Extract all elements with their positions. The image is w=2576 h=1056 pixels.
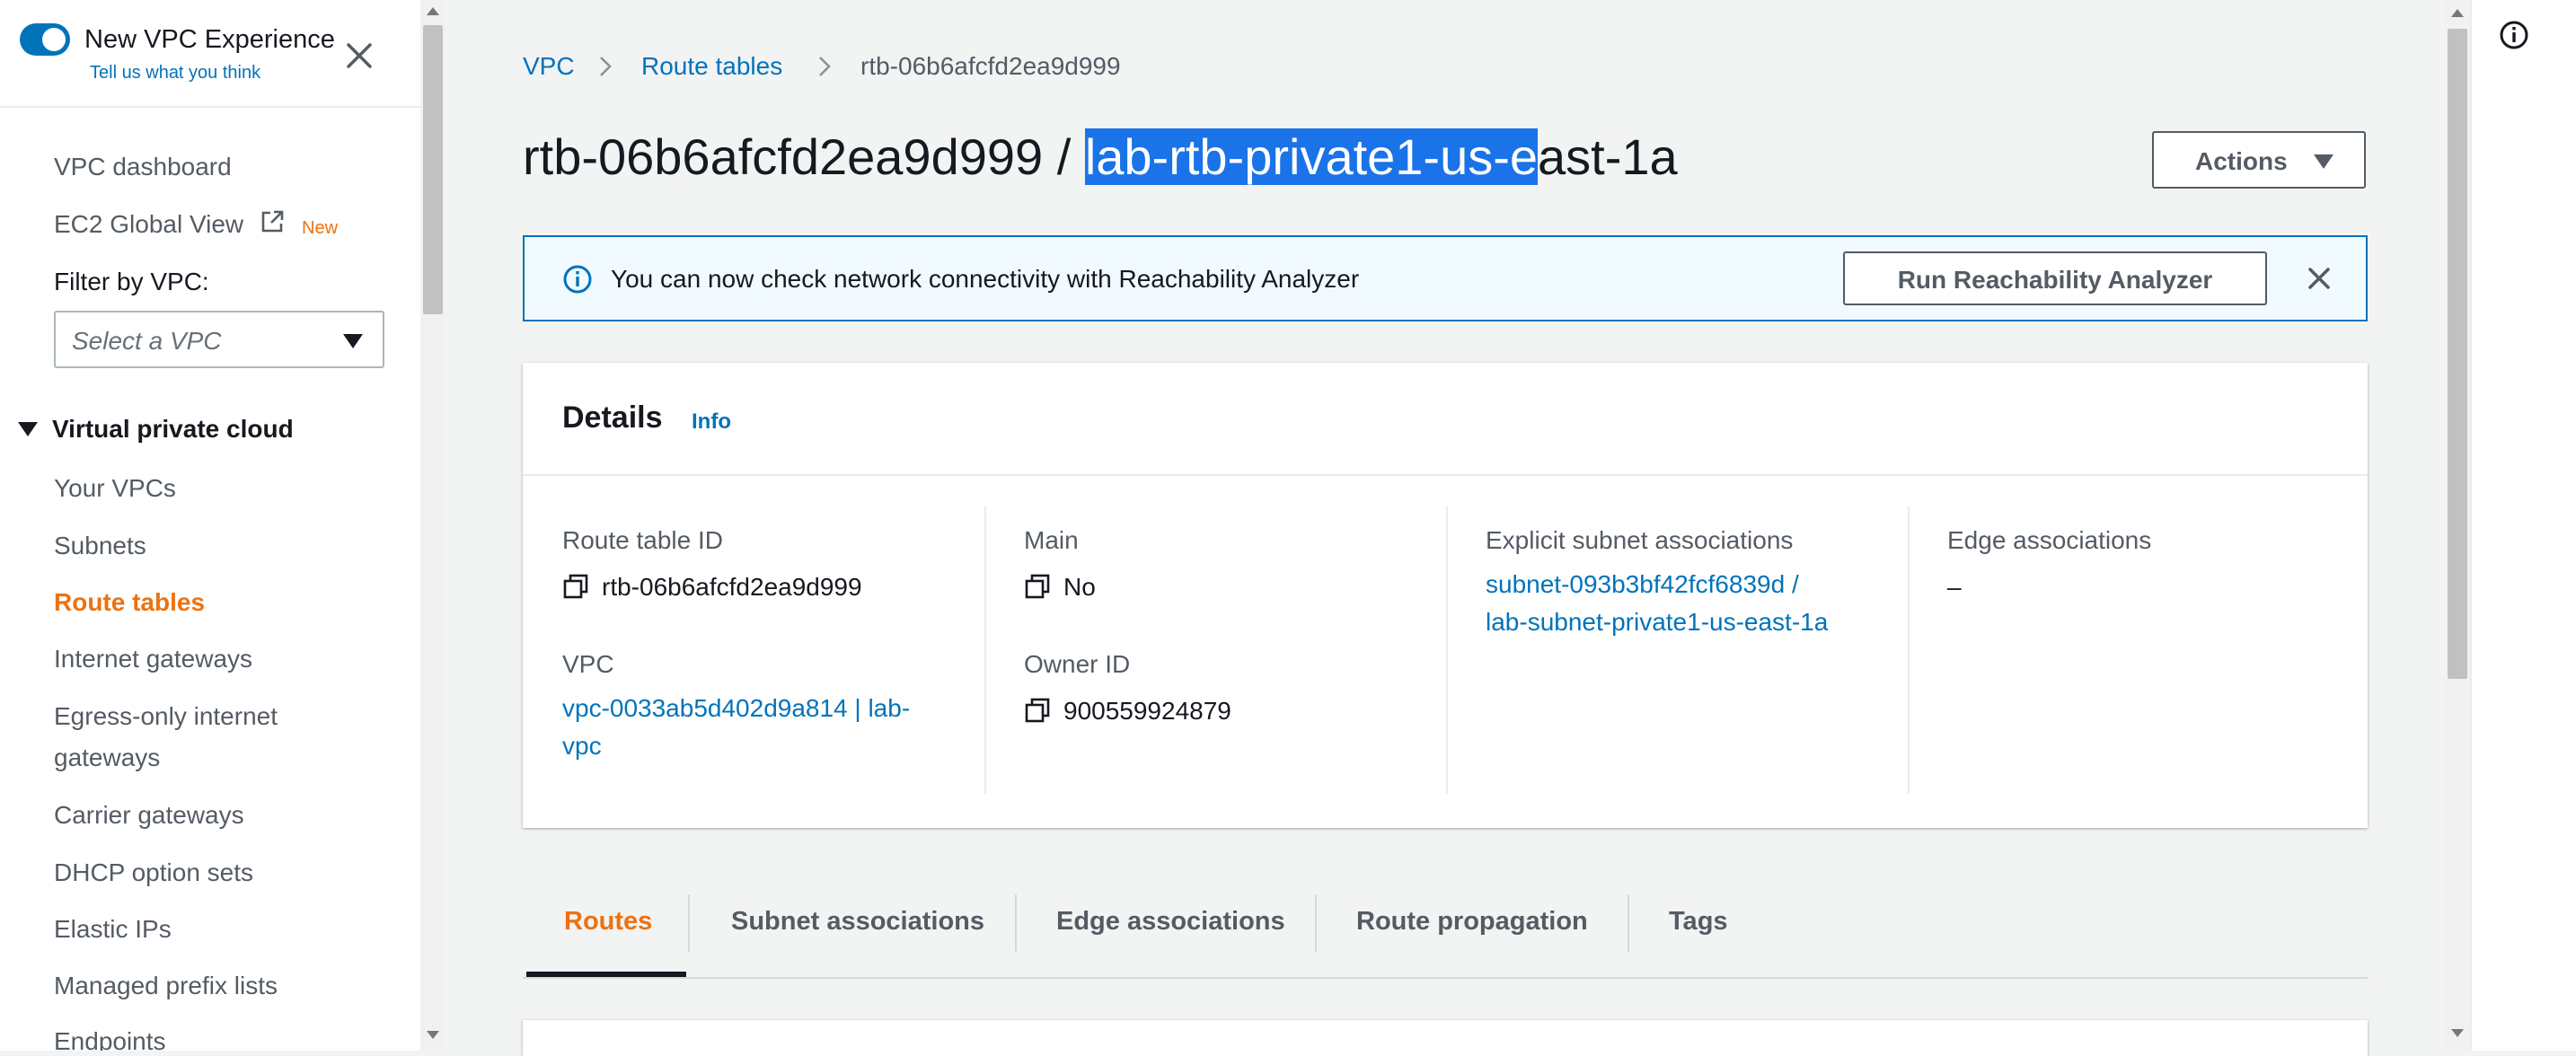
copy-icon[interactable] xyxy=(1024,573,1051,600)
sidebar-scrollbar[interactable] xyxy=(420,0,446,1051)
tabs: Routes Subnet associations Edge associat… xyxy=(523,876,2368,979)
nav-subnets[interactable]: Subnets xyxy=(54,532,146,560)
nav-endpoints[interactable]: Endpoints xyxy=(54,1027,166,1051)
active-tab-indicator xyxy=(526,972,686,977)
vpc-label: VPC xyxy=(562,650,614,678)
tab-divider xyxy=(688,894,690,952)
nav-vpc-dashboard[interactable]: VPC dashboard xyxy=(54,153,232,181)
vpc-link[interactable]: vpc-0033ab5d402d9a814 | lab- xyxy=(562,690,910,727)
details-panel: Details Info Route table ID rtb-06b6afcf… xyxy=(523,363,2368,828)
nav-route-tables[interactable]: Route tables xyxy=(54,588,205,617)
scroll-up-icon[interactable] xyxy=(2451,9,2464,17)
nav-egress-only-internet-gateways[interactable]: Egress-only internet xyxy=(54,702,278,731)
main-label: Main xyxy=(1024,526,1079,554)
banner-message: You can now check network connectivity w… xyxy=(611,265,1360,293)
nav-internet-gateways[interactable]: Internet gateways xyxy=(54,645,252,673)
toggle-knob xyxy=(42,28,66,51)
nav-managed-prefix-lists[interactable]: Managed prefix lists xyxy=(54,972,278,1000)
sidebar-scroll-thumb[interactable] xyxy=(423,25,443,314)
edge-associations-value: – xyxy=(1947,573,1962,601)
scroll-down-icon[interactable] xyxy=(427,1031,439,1039)
close-icon[interactable] xyxy=(340,36,379,75)
subnet-link[interactable]: subnet-093b3bf42fcf6839d / xyxy=(1486,566,1799,603)
sidebar: New VPC Experience Tell us what you thin… xyxy=(0,0,420,1051)
vpc-filter-select[interactable]: Select a VPC xyxy=(54,311,384,368)
tab-subnet-associations[interactable]: Subnet associations xyxy=(731,907,984,937)
chevron-right-icon xyxy=(600,57,612,76)
nav-section-virtual-private-cloud[interactable]: Virtual private cloud xyxy=(52,415,294,444)
explicit-subnet-associations-label: Explicit subnet associations xyxy=(1486,526,1794,554)
route-table-id-label: Route table ID xyxy=(562,526,723,554)
details-header: Details Info xyxy=(523,363,2368,476)
column-divider xyxy=(1446,506,1448,794)
run-reachability-analyzer-label: Run Reachability Analyzer xyxy=(1897,266,2213,294)
chevron-down-icon xyxy=(343,334,363,348)
main-value: No xyxy=(1063,573,1096,601)
copy-icon[interactable] xyxy=(1024,697,1051,724)
title-selected-text: lab-rtb-private1-us-e xyxy=(1084,128,1539,185)
copy-icon[interactable] xyxy=(562,573,589,600)
nav-carrier-gateways[interactable]: Carrier gateways xyxy=(54,801,244,830)
title-suffix: ast-1a xyxy=(1538,128,1678,185)
tab-route-propagation[interactable]: Route propagation xyxy=(1356,907,1588,937)
column-divider xyxy=(1908,506,1910,794)
sidebar-title: New VPC Experience xyxy=(84,25,335,54)
caret-down-icon[interactable] xyxy=(18,422,38,436)
subnet-link-line2[interactable]: lab-subnet-private1-us-east-1a xyxy=(1486,603,1828,641)
nav-egress-only-internet-gateways-line2[interactable]: gateways xyxy=(54,744,160,772)
close-icon[interactable] xyxy=(2301,260,2337,296)
routes-panel xyxy=(523,1020,2368,1056)
breadcrumb-current: rtb-06b6afcfd2ea9d999 xyxy=(860,52,1121,80)
actions-button[interactable]: Actions xyxy=(2152,131,2366,189)
info-banner: You can now check network connectivity w… xyxy=(523,235,2368,321)
info-circle-icon xyxy=(563,265,592,294)
details-info-link[interactable]: Info xyxy=(692,409,731,435)
tab-edge-associations[interactable]: Edge associations xyxy=(1056,907,1285,937)
sidebar-header: New VPC Experience Tell us what you thin… xyxy=(0,0,420,108)
breadcrumb-route-tables[interactable]: Route tables xyxy=(641,52,782,81)
tab-routes[interactable]: Routes xyxy=(564,907,652,937)
main-scrollbar[interactable] xyxy=(2445,0,2470,1051)
nav-your-vpcs[interactable]: Your VPCs xyxy=(54,474,176,503)
feedback-link[interactable]: Tell us what you think xyxy=(90,63,260,84)
owner-id-value: 900559924879 xyxy=(1063,697,1231,725)
actions-button-label: Actions xyxy=(2195,147,2288,175)
info-circle-icon[interactable] xyxy=(2499,20,2529,50)
tab-tags[interactable]: Tags xyxy=(1669,907,1728,937)
main-scroll-thumb[interactable] xyxy=(2448,29,2467,679)
column-divider xyxy=(984,506,986,794)
caret-down-icon xyxy=(2314,154,2333,169)
title-prefix: rtb-06b6afcfd2ea9d999 / xyxy=(523,128,1085,185)
nav-dhcp-option-sets[interactable]: DHCP option sets xyxy=(54,858,253,887)
nav-ec2-global-view[interactable]: EC2 Global View xyxy=(54,210,243,239)
vpc-link-line2[interactable]: vpc xyxy=(562,727,602,765)
edge-associations-label: Edge associations xyxy=(1947,526,2152,554)
right-tools-rail xyxy=(2470,0,2576,1051)
page-title: rtb-06b6afcfd2ea9d999 / lab-rtb-private1… xyxy=(523,128,1678,186)
scroll-up-icon[interactable] xyxy=(427,7,439,15)
route-table-id-value: rtb-06b6afcfd2ea9d999 xyxy=(602,573,862,601)
vpc-filter-placeholder: Select a VPC xyxy=(72,327,222,355)
new-badge: New xyxy=(302,218,339,238)
breadcrumb-vpc[interactable]: VPC xyxy=(523,52,575,81)
chevron-right-icon xyxy=(819,57,831,76)
tab-divider xyxy=(1015,894,1017,952)
nav-elastic-ips[interactable]: Elastic IPs xyxy=(54,915,172,944)
tab-divider xyxy=(1628,894,1629,952)
owner-id-label: Owner ID xyxy=(1024,650,1131,678)
new-vpc-experience-toggle[interactable] xyxy=(20,23,70,56)
run-reachability-analyzer-button[interactable]: Run Reachability Analyzer xyxy=(1843,251,2267,305)
external-link-icon xyxy=(261,210,284,233)
tab-divider xyxy=(1315,894,1317,952)
filter-by-vpc-label: Filter by VPC: xyxy=(54,268,209,295)
scroll-down-icon[interactable] xyxy=(2451,1029,2464,1037)
details-heading: Details xyxy=(562,400,663,435)
